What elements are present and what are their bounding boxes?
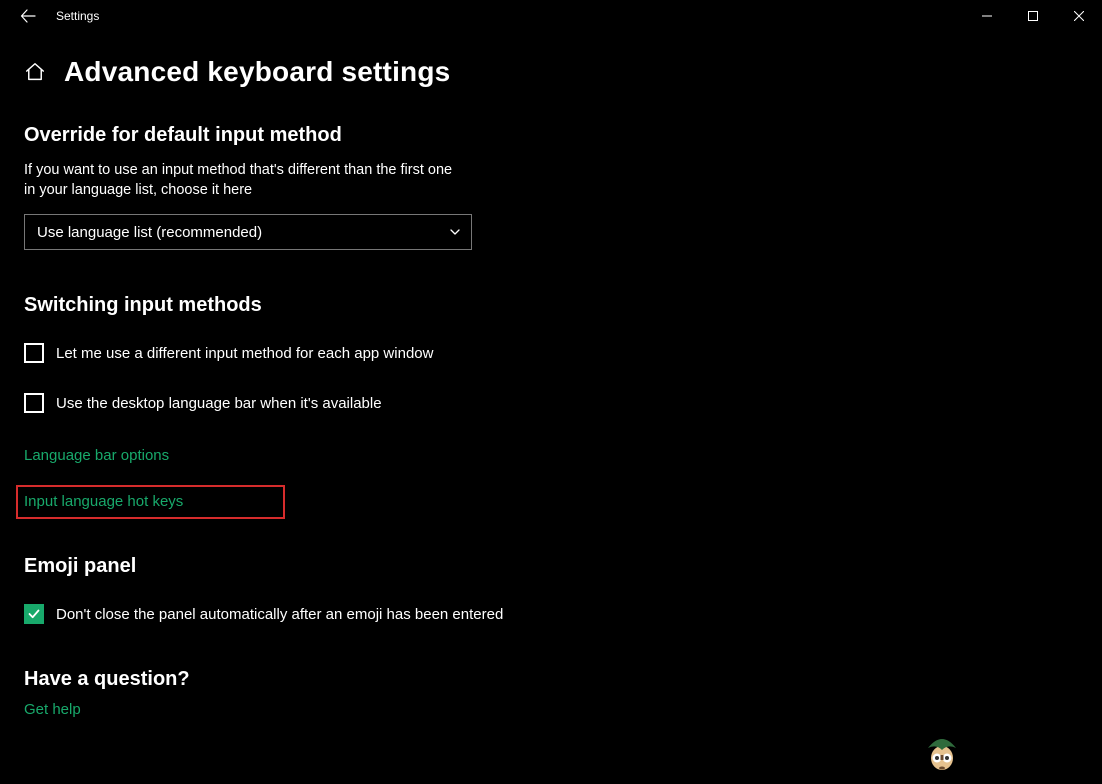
arrow-left-icon bbox=[20, 8, 36, 24]
section-emoji: Emoji panel Don't close the panel automa… bbox=[24, 555, 1078, 624]
override-desc: If you want to use an input method that'… bbox=[24, 161, 464, 200]
page-title: Advanced keyboard settings bbox=[64, 56, 450, 88]
highlight-box: Input language hot keys bbox=[16, 485, 285, 519]
maximize-button[interactable] bbox=[1010, 0, 1056, 32]
checkbox-icon bbox=[24, 393, 44, 413]
question-title: Have a question? bbox=[24, 668, 1078, 691]
maximize-icon bbox=[1028, 11, 1038, 21]
section-switching: Switching input methods Let me use a dif… bbox=[24, 294, 1078, 555]
close-button[interactable] bbox=[1056, 0, 1102, 32]
checkbox-label: Let me use a different input method for … bbox=[56, 345, 433, 362]
get-help-link[interactable]: Get help bbox=[24, 701, 81, 718]
checkbox-label: Don't close the panel automatically afte… bbox=[56, 606, 503, 623]
page-header: Advanced keyboard settings bbox=[24, 56, 1078, 88]
emoji-title: Emoji panel bbox=[24, 555, 1078, 578]
link-row: Language bar options bbox=[24, 447, 1078, 465]
checkbox-per-app-window[interactable]: Let me use a different input method for … bbox=[24, 343, 1078, 363]
section-question: Have a question? Get help bbox=[24, 668, 1078, 719]
back-button[interactable] bbox=[18, 6, 38, 26]
close-icon bbox=[1074, 11, 1084, 21]
dropdown-value: Use language list (recommended) bbox=[37, 224, 262, 241]
minimize-icon bbox=[982, 11, 992, 21]
checkbox-desktop-language-bar[interactable]: Use the desktop language bar when it's a… bbox=[24, 393, 1078, 413]
checkbox-checked-icon bbox=[24, 604, 44, 624]
checkbox-emoji-autoclose[interactable]: Don't close the panel automatically afte… bbox=[24, 604, 1078, 624]
language-bar-options-link[interactable]: Language bar options bbox=[24, 447, 169, 464]
home-icon[interactable] bbox=[24, 61, 46, 83]
content: Advanced keyboard settings Override for … bbox=[0, 32, 1102, 719]
minimize-button[interactable] bbox=[964, 0, 1010, 32]
checkbox-icon bbox=[24, 343, 44, 363]
checkbox-label: Use the desktop language bar when it's a… bbox=[56, 395, 382, 412]
app-title: Settings bbox=[56, 9, 99, 23]
switching-title: Switching input methods bbox=[24, 294, 1078, 317]
titlebar: Settings bbox=[0, 0, 1102, 32]
input-language-hotkeys-link[interactable]: Input language hot keys bbox=[24, 493, 183, 510]
chevron-down-icon bbox=[449, 226, 461, 238]
mascot-icon bbox=[922, 728, 962, 776]
section-override: Override for default input method If you… bbox=[24, 124, 1078, 250]
window-controls bbox=[964, 0, 1102, 32]
override-title: Override for default input method bbox=[24, 124, 1078, 147]
input-method-dropdown[interactable]: Use language list (recommended) bbox=[24, 214, 472, 250]
